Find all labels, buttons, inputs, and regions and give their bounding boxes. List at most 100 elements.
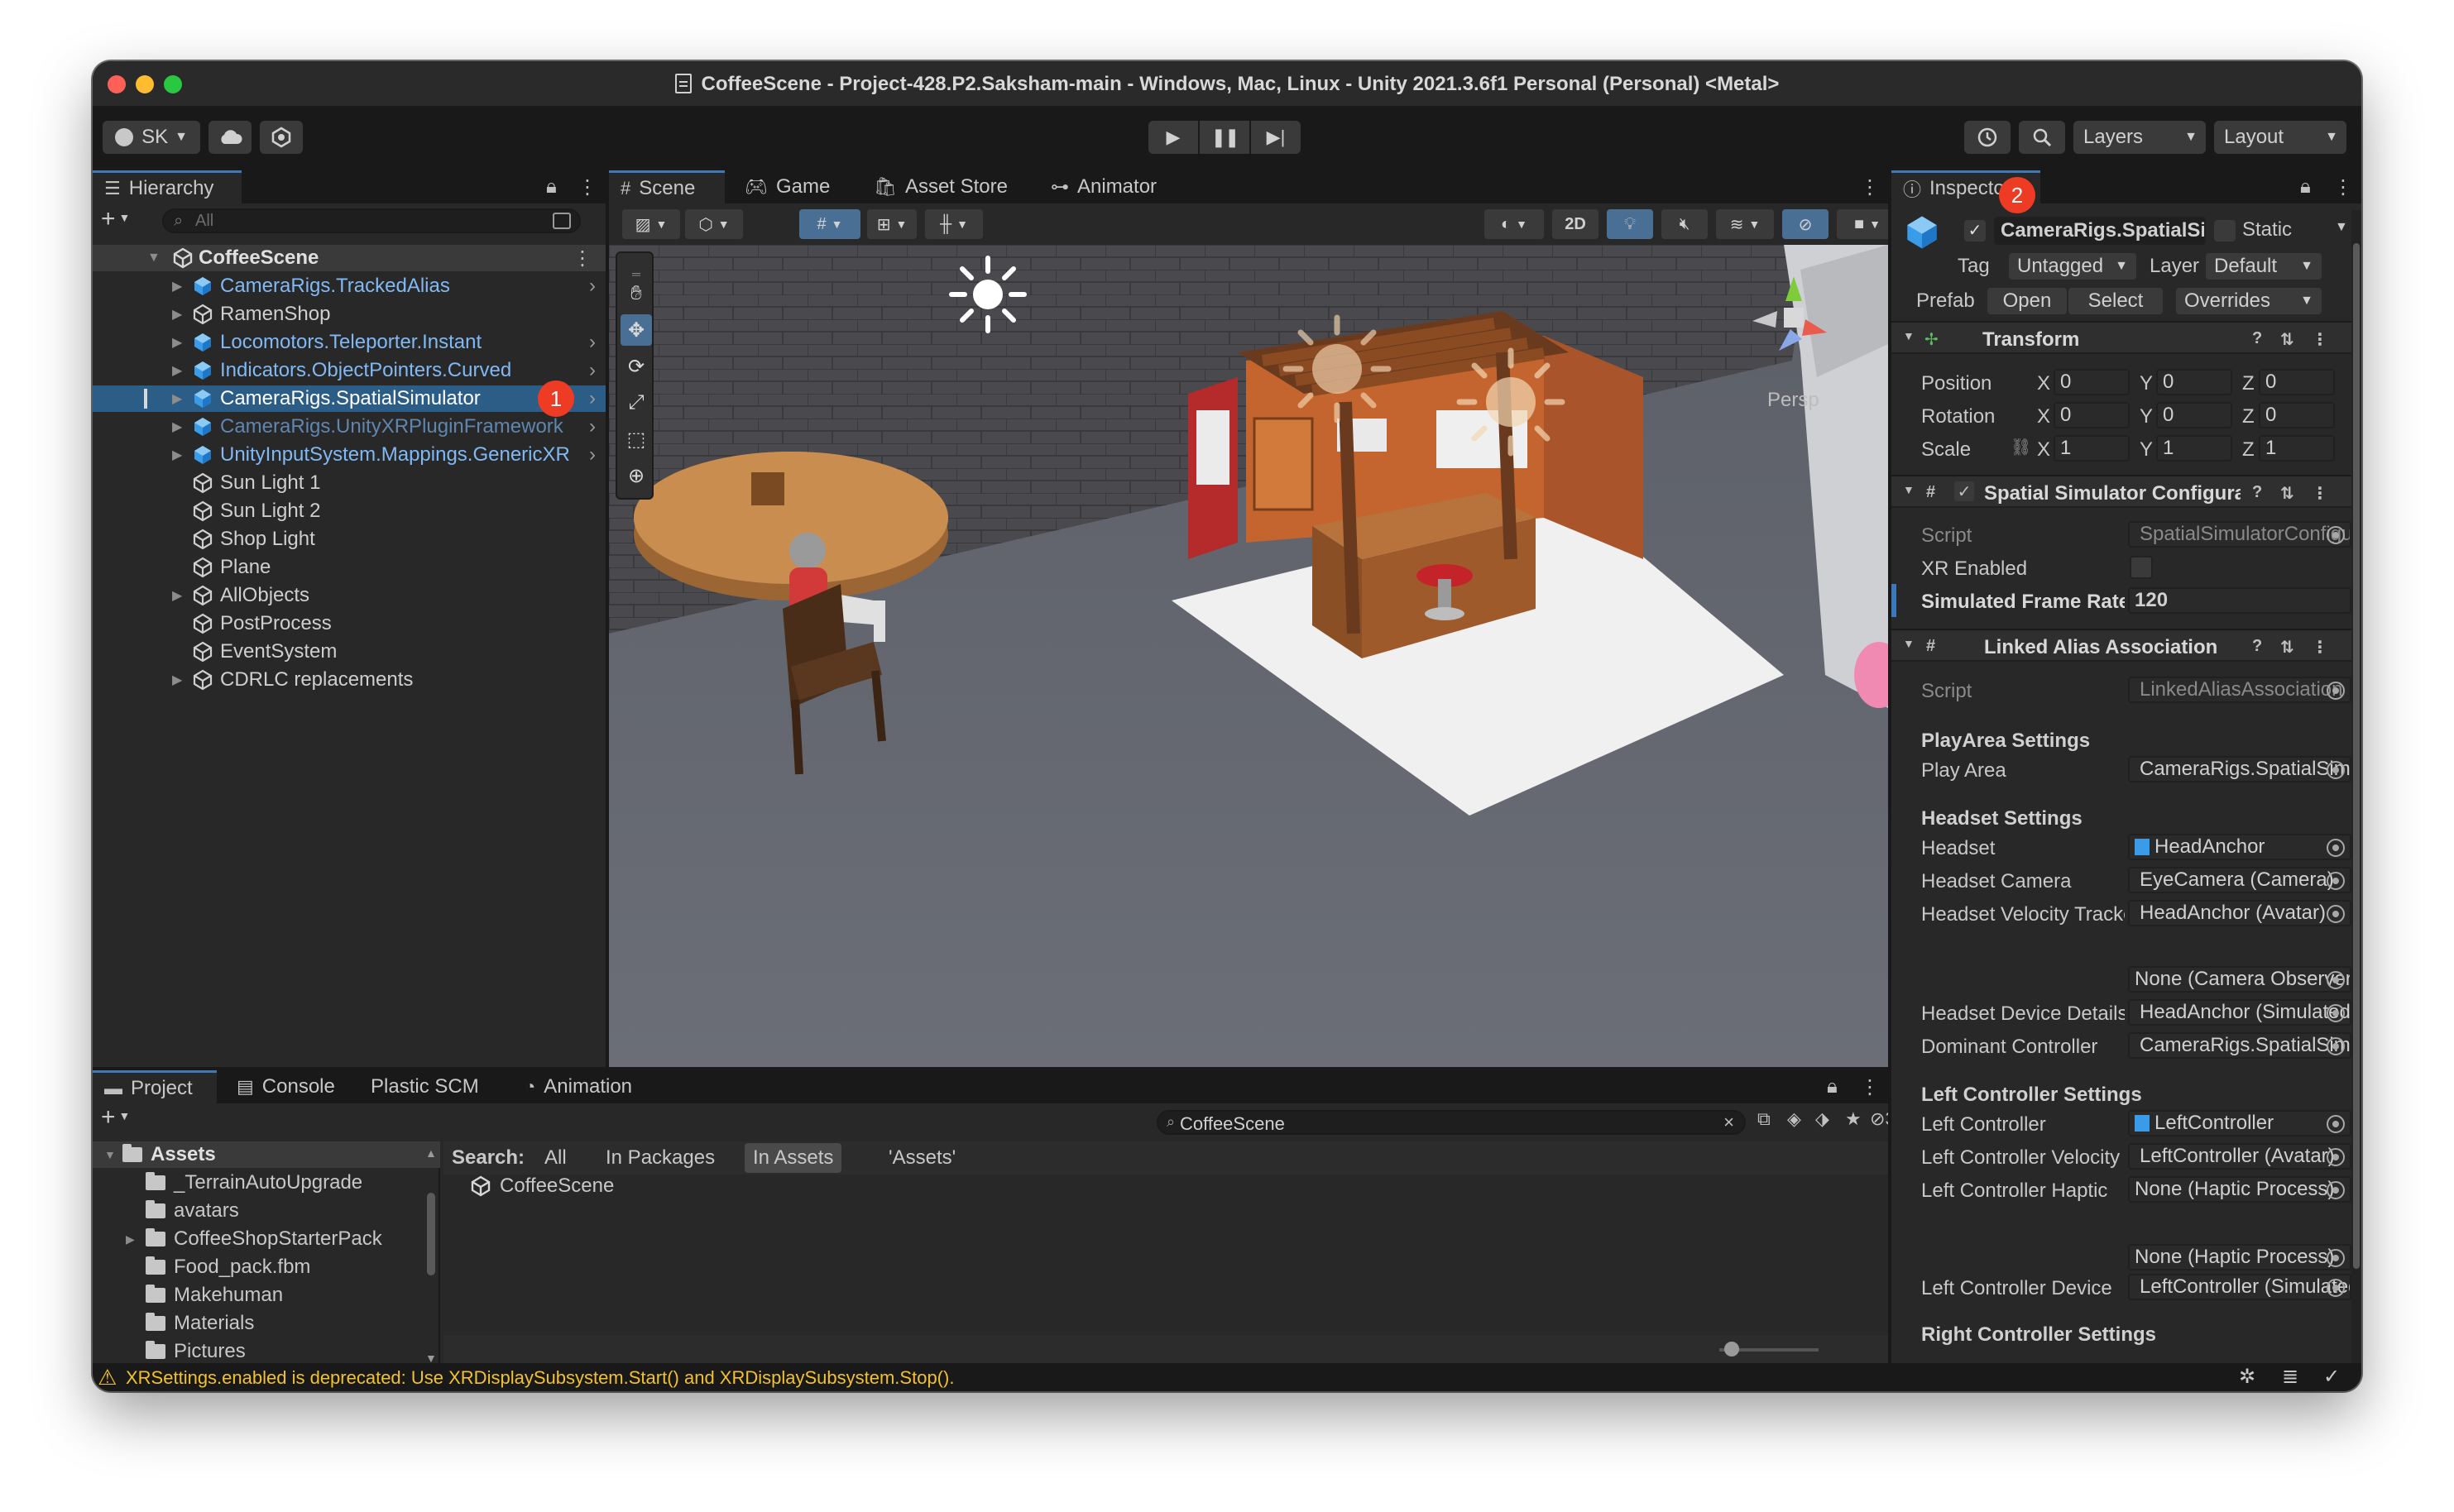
object-picker-icon[interactable] <box>2327 761 2345 779</box>
filter-by-label-icon[interactable]: ◈ <box>1787 1108 1801 1130</box>
scene-viewport[interactable]: Persp ═ ✋︎ ✥ ⟳ ⤢ ⬚ ⊕ <box>609 245 1888 1067</box>
axis-x-label[interactable]: X <box>2037 372 2050 395</box>
object-picker-icon[interactable] <box>2327 1148 2345 1166</box>
hierarchy-item[interactable]: ▶ CDRLC replacements <box>93 667 606 693</box>
search-by-type-icon[interactable]: ⧉ <box>1757 1108 1771 1130</box>
cloud-button[interactable] <box>208 121 252 154</box>
tab-plastic-scm[interactable]: Plastic SCM <box>359 1070 491 1103</box>
static-checkbox[interactable] <box>2214 220 2236 242</box>
status-message[interactable]: XRSettings.enabled is deprecated: Use XR… <box>126 1367 954 1389</box>
hierarchy-item[interactable]: ▶ CameraRigs.UnityXRPluginFramework › <box>93 414 606 440</box>
foldout-arrow-icon[interactable]: ▼ <box>1903 637 1915 650</box>
stack-icon[interactable]: ≣ <box>2282 1365 2298 1389</box>
rotation-y-field[interactable]: 0 <box>2156 402 2232 428</box>
scene-root-row[interactable]: ▼ CoffeeScene ⋮ <box>93 245 606 271</box>
hierarchy-item[interactable]: Shop Light <box>93 526 606 553</box>
headset-camera-field[interactable]: EyeCamera (Camera) <box>2128 867 2351 893</box>
kebab-menu-icon[interactable]: ⋮ <box>1860 175 1880 199</box>
open-prefab-chevron-icon[interactable]: › <box>589 331 596 354</box>
account-dropdown[interactable]: SK ▼ <box>103 121 200 154</box>
foldout-arrow-icon[interactable]: ▼ <box>1903 329 1915 342</box>
rotation-z-field[interactable]: 0 <box>2259 402 2335 428</box>
tab-game[interactable]: 🎮︎ Game <box>733 170 841 203</box>
object-picker-icon[interactable] <box>2327 1037 2345 1055</box>
scale-z-field[interactable]: 1 <box>2259 435 2335 462</box>
expand-arrow-icon[interactable]: ▶ <box>172 390 182 407</box>
axis-z-label[interactable]: Z <box>2242 405 2255 428</box>
shading-dropdown[interactable]: ⬡ ▼ <box>685 209 743 239</box>
clear-search-icon[interactable]: × <box>1723 1112 1734 1133</box>
search-filter-icon[interactable] <box>553 213 571 229</box>
tab-asset-store[interactable]: 🛍︎ Asset Store <box>862 170 1019 203</box>
object-picker-icon[interactable] <box>2327 1249 2345 1267</box>
rulers-dropdown[interactable]: ╫ ▼ <box>925 209 983 239</box>
kebab-menu-icon[interactable]: ⋮ <box>2333 175 2353 199</box>
star-icon[interactable]: ★ <box>1845 1108 1862 1130</box>
object-picker-icon[interactable] <box>2327 971 2345 989</box>
undo-history-button[interactable] <box>1964 121 2011 154</box>
scroll-down-icon[interactable]: ▼ <box>425 1352 437 1363</box>
axis-x-label[interactable]: X <box>2037 438 2050 462</box>
prefab-overrides-dropdown[interactable]: Overrides ▼ <box>2176 288 2322 314</box>
camera-dropdown[interactable]: ■ ▼ <box>1837 209 1888 239</box>
open-prefab-chevron-icon[interactable]: › <box>589 359 596 382</box>
kebab-menu-icon[interactable]: ⋮ <box>578 175 597 199</box>
foldout-arrow-icon[interactable]: ▼ <box>1903 483 1915 496</box>
object-picker-icon[interactable] <box>2327 1279 2345 1297</box>
axis-y-label[interactable]: Y <box>2140 405 2153 428</box>
hierarchy-item[interactable]: ▶ CameraRigs.SpatialSimulator › <box>93 385 606 412</box>
kebab-menu-icon[interactable]: ⋮ <box>573 246 592 270</box>
folder-item[interactable]: Materials <box>93 1310 424 1337</box>
hierarchy-item[interactable]: ▶ AllObjects <box>93 582 606 609</box>
layers-dropdown[interactable]: Layers ▼ <box>2073 121 2206 154</box>
create-add-button[interactable]: + ▼ <box>101 205 130 233</box>
folder-item[interactable]: avatars <box>93 1198 424 1224</box>
create-asset-button[interactable]: + ▼ <box>101 1103 130 1132</box>
folder-item[interactable]: Pictures <box>93 1338 424 1363</box>
audio-toggle[interactable]: 🔇︎ <box>1661 209 1708 239</box>
none-haptic-field[interactable]: None (Haptic Process) <box>2128 1244 2351 1270</box>
folder-item[interactable]: Makehuman <box>93 1282 424 1309</box>
tab-animation[interactable]: ◔ Animation <box>513 1070 644 1103</box>
presets-icon[interactable]: ⇅ <box>2280 637 2294 658</box>
draw-mode-dropdown[interactable]: ▨ ▼ <box>622 209 680 239</box>
icon-size-slider-thumb[interactable] <box>1724 1342 1739 1356</box>
folder-tree-scrollbar[interactable]: ▲ ▼ <box>424 1146 439 1363</box>
object-picker-icon[interactable] <box>2327 839 2345 857</box>
hierarchy-item[interactable]: ▶ UnityInputSystem.Mappings.GenericXR › <box>93 442 606 468</box>
lighting-toggle[interactable]: 💡︎ <box>1607 209 1653 239</box>
tag-icon[interactable]: ⬗ <box>1815 1108 1829 1130</box>
tab-console[interactable]: ▤ Console <box>225 1070 347 1103</box>
hierarchy-item[interactable]: Plane <box>93 554 606 581</box>
expand-arrow-icon[interactable]: ▶ <box>172 419 182 435</box>
headset-device-field[interactable]: HeadAnchor (Simulated) <box>2128 999 2351 1026</box>
foldout-arrow-icon[interactable]: ▼ <box>104 1148 116 1161</box>
tab-animator[interactable]: ⊶ Animator <box>1039 170 1168 203</box>
scale-x-field[interactable]: 1 <box>2054 435 2130 462</box>
move-tool-button[interactable]: ✥ <box>621 314 652 346</box>
hierarchy-item[interactable]: EventSystem <box>93 639 606 665</box>
render-mode-dropdown[interactable]: ◐ ▼ <box>1484 209 1544 239</box>
xr-enabled-checkbox[interactable] <box>2130 556 2153 579</box>
hierarchy-search-input[interactable]: ⌕ All <box>162 208 581 233</box>
inspector-scrollbar[interactable] <box>2351 210 2361 1363</box>
hierarchy-item[interactable]: ▶ Locomotors.Teleporter.Instant › <box>93 329 606 356</box>
presets-icon[interactable]: ⇅ <box>2280 483 2294 504</box>
hand-tool-button[interactable]: ✋︎ <box>621 278 652 309</box>
headset-field[interactable]: HeadAnchor <box>2128 834 2351 860</box>
project-search-input[interactable]: ⌕ CoffeeScene × <box>1157 1110 1746 1135</box>
scope-assets-folder[interactable]: 'Assets' <box>889 1146 956 1170</box>
folder-item[interactable]: Food_pack.fbm <box>93 1254 424 1280</box>
expand-arrow-icon[interactable]: ▼ <box>147 251 161 266</box>
tag-dropdown[interactable]: Untagged ▼ <box>2009 253 2136 280</box>
position-x-field[interactable]: 0 <box>2054 369 2130 395</box>
object-picker-icon[interactable] <box>2327 1181 2345 1199</box>
layer-dropdown[interactable]: Default ▼ <box>2206 253 2322 280</box>
object-picker-icon[interactable] <box>2327 872 2345 890</box>
grid-snap-dropdown[interactable]: # ▼ <box>799 209 860 239</box>
scale-tool-button[interactable]: ⤢ <box>621 387 652 419</box>
linked-alias-component-header[interactable]: ▼ # Linked Alias Association ? ⇅ ⋮ <box>1891 629 2361 662</box>
axis-z-label[interactable]: Z <box>2242 438 2255 462</box>
expand-arrow-icon[interactable]: ▶ <box>172 334 182 351</box>
position-z-field[interactable]: 0 <box>2259 369 2335 395</box>
